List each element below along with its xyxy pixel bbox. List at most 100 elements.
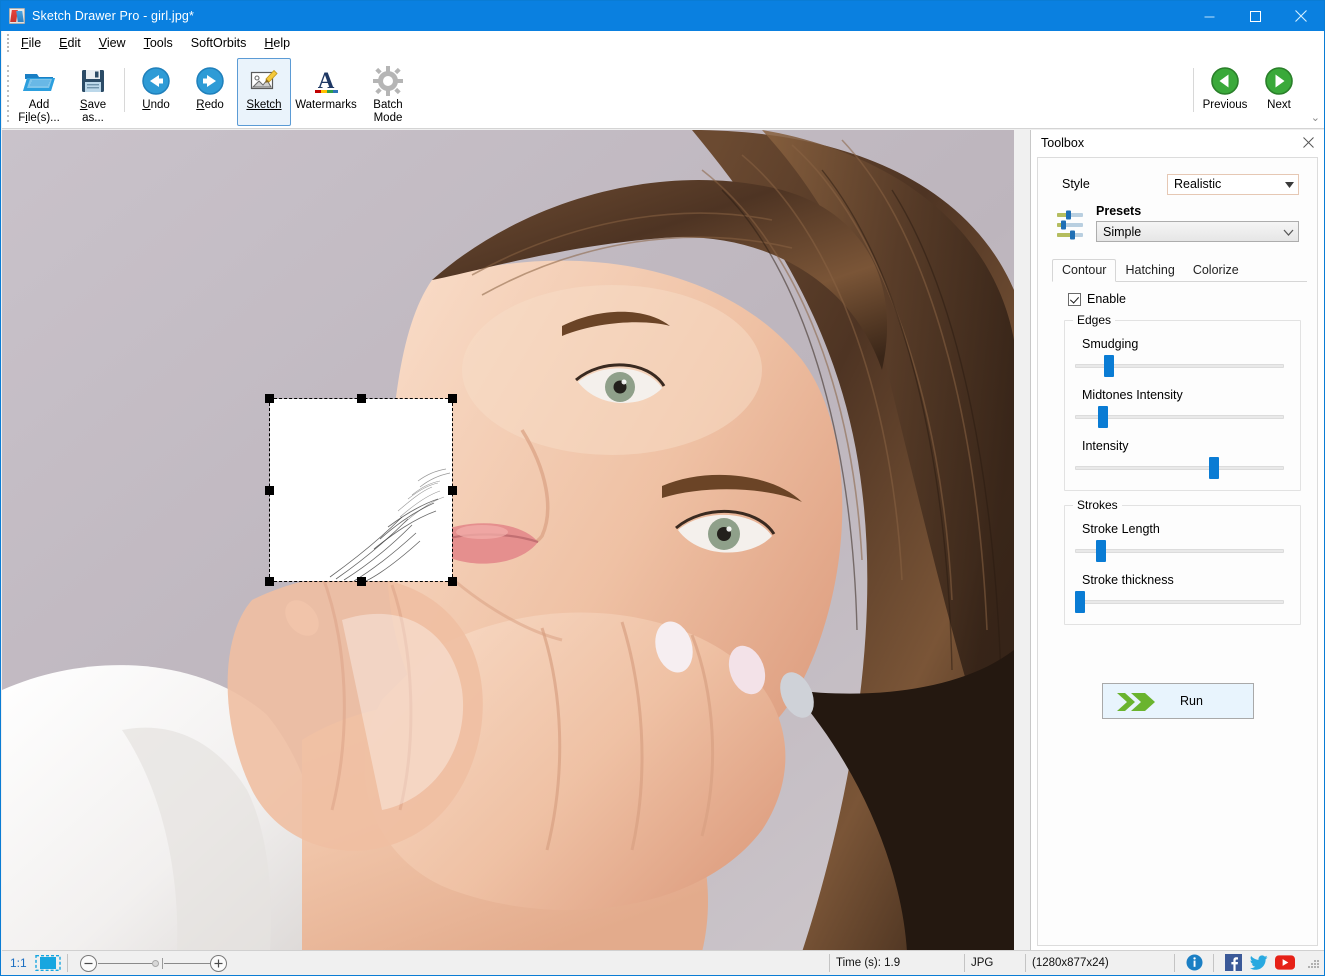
- sketch-button[interactable]: Sketch: [237, 58, 291, 126]
- run-button[interactable]: Run: [1102, 683, 1254, 719]
- undo-label: Undo: [142, 99, 170, 112]
- selection-handle-nw[interactable]: [265, 394, 274, 403]
- presets-dropdown[interactable]: Simple: [1096, 221, 1299, 242]
- slider-track: [1075, 600, 1284, 604]
- redo-button[interactable]: Redo: [183, 58, 237, 126]
- status-bar: 1:1 Time (s): 1.9: [2, 950, 1324, 974]
- zoom-in-icon[interactable]: [210, 955, 227, 972]
- menu-item-edit[interactable]: Edit: [50, 33, 90, 53]
- undo-button[interactable]: Undo: [129, 58, 183, 126]
- redo-label: Redo: [196, 99, 224, 112]
- smudging-slider[interactable]: [1075, 358, 1284, 374]
- selection-handle-se[interactable]: [448, 577, 457, 586]
- gear-icon: [373, 64, 403, 98]
- sliders-icon: [1056, 208, 1086, 242]
- menu-item-tools[interactable]: Tools: [135, 33, 182, 53]
- chevron-down-icon: [1283, 225, 1294, 239]
- status-separator: [1213, 954, 1214, 972]
- slider-thumb[interactable]: [1075, 591, 1085, 613]
- slider-thumb[interactable]: [1209, 457, 1219, 479]
- zoom-ratio-label: 1:1: [10, 956, 27, 970]
- portrait-photo: [2, 130, 1014, 952]
- selection-handle-s[interactable]: [357, 577, 366, 586]
- selection-handle-n[interactable]: [357, 394, 366, 403]
- twitter-icon[interactable]: [1249, 954, 1269, 972]
- tab-contour[interactable]: Contour: [1052, 259, 1116, 282]
- zoom-slider-thumb[interactable]: [152, 960, 159, 967]
- run-row: Run: [1038, 683, 1317, 719]
- toolbar-overflow-icon[interactable]: ⌄: [1311, 111, 1320, 124]
- selection-handle-w[interactable]: [265, 486, 274, 495]
- fit-to-window-icon[interactable]: [35, 955, 61, 971]
- minimize-button[interactable]: [1186, 1, 1232, 31]
- enable-label: Enable: [1087, 292, 1126, 306]
- status-separator: [67, 954, 68, 972]
- info-icon[interactable]: [1184, 954, 1204, 972]
- toolbox-title: Toolbox: [1041, 136, 1084, 150]
- chevron-down-icon: [1285, 177, 1294, 191]
- slider-thumb[interactable]: [1104, 355, 1114, 377]
- window-controls: [1186, 1, 1324, 31]
- zoom-slider[interactable]: [80, 953, 232, 973]
- slider-thumb[interactable]: [1096, 540, 1106, 562]
- menu-drag-grip[interactable]: [4, 31, 12, 56]
- menu-item-view[interactable]: View: [90, 33, 135, 53]
- toolbox-panel: Toolbox Style Realistic: [1030, 130, 1324, 952]
- status-separator: [1174, 954, 1175, 972]
- save-as-button[interactable]: Saveas...: [66, 58, 120, 126]
- redo-arrow-icon: [195, 64, 225, 98]
- toolbox-header: Toolbox: [1031, 130, 1324, 155]
- smudging-label: Smudging: [1082, 337, 1290, 351]
- selection-handle-e[interactable]: [448, 486, 457, 495]
- toolbar-drag-grip[interactable]: [5, 62, 11, 124]
- previous-green-arrow-icon: [1210, 64, 1240, 98]
- menu-item-file[interactable]: File: [12, 33, 50, 53]
- undo-arrow-icon: [141, 64, 171, 98]
- presets-row: Presets Simple: [1056, 204, 1299, 242]
- next-button[interactable]: Next: [1252, 58, 1306, 126]
- presets-label: Presets: [1096, 204, 1299, 218]
- slider-thumb[interactable]: [1098, 406, 1108, 428]
- close-button[interactable]: [1278, 1, 1324, 31]
- youtube-icon[interactable]: [1275, 954, 1295, 972]
- strokes-group-title: Strokes: [1073, 498, 1122, 512]
- previous-button[interactable]: Previous: [1198, 58, 1252, 126]
- stroke-length-slider[interactable]: [1075, 543, 1284, 559]
- status-separator: [829, 954, 830, 972]
- sketch-pencil-icon: [249, 64, 279, 98]
- enable-row[interactable]: Enable: [1068, 292, 1317, 306]
- selection-marquee[interactable]: [270, 399, 452, 581]
- resize-grip[interactable]: [1306, 956, 1320, 970]
- add-files-button[interactable]: AddFile(s)...: [12, 58, 66, 126]
- selection-handle-sw[interactable]: [265, 577, 274, 586]
- midtones-intensity-label: Midtones Intensity: [1082, 388, 1290, 402]
- intensity-slider[interactable]: [1075, 460, 1284, 476]
- selection-handle-ne[interactable]: [448, 394, 457, 403]
- watermarks-label: Watermarks: [295, 99, 357, 112]
- midtones-intensity-slider[interactable]: [1075, 409, 1284, 425]
- style-value: Realistic: [1174, 177, 1221, 191]
- enable-checkbox[interactable]: [1068, 293, 1081, 306]
- toolbox-close-icon[interactable]: [1298, 133, 1318, 153]
- window-title: Sketch Drawer Pro - girl.jpg*: [32, 9, 194, 23]
- save-disk-icon: [79, 64, 107, 98]
- add-files-label: AddFile(s)...: [18, 99, 60, 125]
- tab-colorize[interactable]: Colorize: [1184, 260, 1248, 281]
- strokes-group: Strokes Stroke Length Stroke thickness: [1064, 505, 1301, 625]
- toolbar-separator: [124, 68, 125, 112]
- zoom-track-right: [164, 963, 214, 964]
- menu-item-help[interactable]: Help: [255, 33, 299, 53]
- facebook-icon[interactable]: [1223, 954, 1243, 972]
- stroke-thickness-label: Stroke thickness: [1082, 573, 1290, 587]
- zoom-out-icon[interactable]: [80, 955, 97, 972]
- watermarks-button[interactable]: A Watermarks: [291, 58, 361, 126]
- maximize-button[interactable]: [1232, 1, 1278, 31]
- style-dropdown[interactable]: Realistic: [1167, 174, 1299, 195]
- menu-item-softorbits[interactable]: SoftOrbits: [182, 33, 256, 53]
- stroke-thickness-slider[interactable]: [1075, 594, 1284, 610]
- image-canvas[interactable]: [2, 130, 1014, 952]
- toolbar-separator-right: [1193, 68, 1194, 112]
- next-green-arrow-icon: [1264, 64, 1294, 98]
- batch-mode-button[interactable]: BatchMode: [361, 58, 415, 126]
- tab-hatching[interactable]: Hatching: [1116, 260, 1183, 281]
